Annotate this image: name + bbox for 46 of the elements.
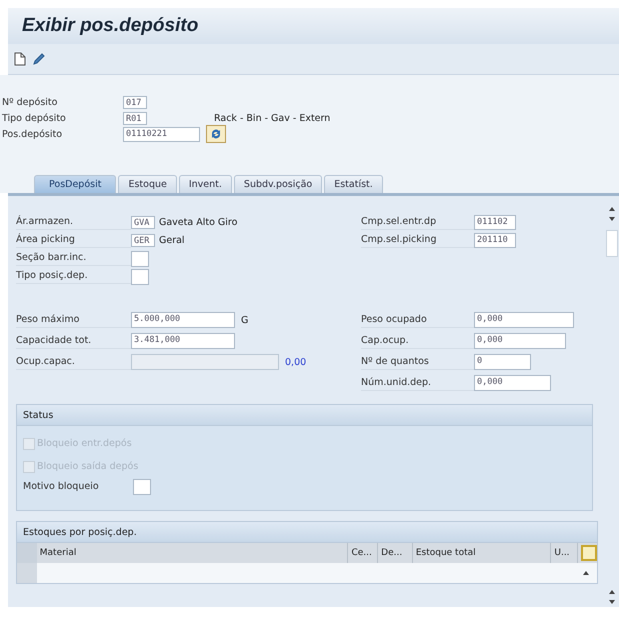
input-field[interactable]: GER [131,234,155,247]
input-field[interactable] [133,478,151,494]
meter-reading: 0,00 [285,356,306,368]
scrollbar[interactable] [606,230,618,257]
table-settings-icon[interactable] [581,545,597,561]
tab[interactable]: Estoque [118,175,177,193]
tab[interactable]: Estatíst. [324,175,383,193]
field-label: Tipo depósito [1,112,67,124]
input-field[interactable]: 0,000 [474,312,574,328]
group-title: Estoques por posiç.dep. [23,526,137,538]
field-label: Nº depósito [1,96,58,108]
tab[interactable]: Subdv.posição [234,175,322,193]
scroll-up-icon[interactable] [609,590,615,594]
input-field[interactable]: 201110 [474,233,516,248]
tab[interactable]: Invent. [178,175,232,193]
scroll-up-icon[interactable] [609,207,615,211]
toggle-button[interactable] [206,125,226,143]
input-field[interactable]: 017 [123,96,147,108]
input-field[interactable]: 011102 [474,215,516,230]
scroll-down-icon[interactable] [609,600,615,604]
document-icon[interactable] [14,52,26,66]
input-field[interactable]: GVA [131,216,155,229]
input-field[interactable]: 01110221 [123,126,200,142]
field-description: Geral [159,235,185,246]
pencil-icon[interactable] [32,52,46,66]
scroll-down-icon[interactable] [609,217,615,221]
input-field[interactable] [131,268,149,284]
input-field[interactable]: 0,000 [474,375,551,391]
field-label: Motivo bloqueio [23,480,100,494]
input-field[interactable]: R01 [123,112,147,124]
input-field[interactable]: 5.000,000 [131,312,235,328]
tab[interactable]: PosDepósit [34,175,116,193]
input-field[interactable]: 0,000 [474,333,566,349]
window-title: Exibir pos.depósito [22,15,198,37]
field-label: Pos.depósito [1,128,64,140]
field-description: Rack - Bin - Gav - Extern [214,112,330,124]
input-field[interactable]: 3.481,000 [131,333,235,349]
input-field[interactable]: 0 [474,354,531,370]
group-title: Status [23,410,54,420]
scroll-up-icon[interactable] [583,571,589,575]
field-label: Ár.armazen. [16,215,131,230]
refresh-icon [209,127,223,141]
input-field[interactable] [131,250,149,266]
field-description: Gaveta Alto Giro [159,217,238,228]
field-label: Área picking [16,233,131,248]
unit-label: G [241,314,248,326]
